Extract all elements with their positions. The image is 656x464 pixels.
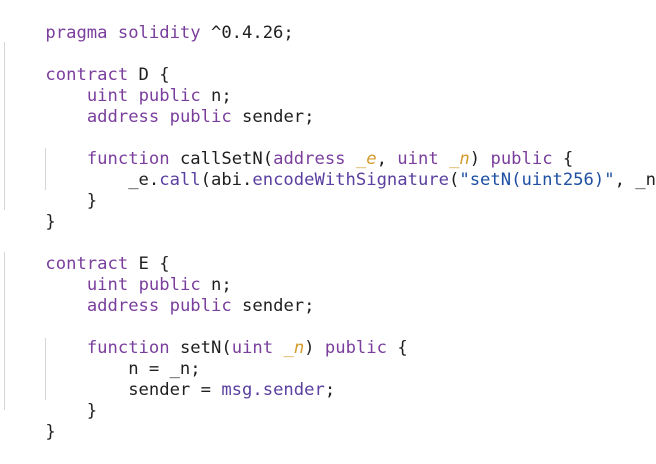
code-line-10: } xyxy=(4,191,55,232)
type-keyword: address xyxy=(86,296,160,316)
paren-open: ( xyxy=(449,170,460,190)
code-line-5: address public sender; xyxy=(4,86,315,127)
call-args-end: , _n)); xyxy=(614,170,656,190)
code-line-13: uint public n; xyxy=(4,254,232,295)
visibility-keyword: public xyxy=(169,107,232,127)
parameter-name: _n xyxy=(283,338,305,358)
msg-sender: msg.sender xyxy=(221,380,325,400)
brace-open: { xyxy=(386,338,408,358)
visibility-keyword: public xyxy=(169,296,232,316)
pragma-keyword: pragma solidity xyxy=(45,23,201,43)
variable-name: sender; xyxy=(231,107,315,127)
type-keyword: address xyxy=(86,107,160,127)
code-line-9: } xyxy=(4,170,97,211)
code-line-7: function callSetN(address _e, uint _n) p… xyxy=(4,128,573,169)
version-text: ^0.4.26; xyxy=(200,23,294,43)
code-line-4: uint public n; xyxy=(4,65,232,106)
visibility-keyword: public xyxy=(324,338,387,358)
code-line-14: address public sender; xyxy=(4,275,315,316)
code-line-19: } xyxy=(4,380,97,421)
abi-prefix: (abi. xyxy=(200,170,253,190)
brace-close: } xyxy=(45,422,56,442)
code-editor[interactable]: pragma solidity ^0.4.26; contract D { ui… xyxy=(0,0,656,442)
code-line-20: } xyxy=(4,401,55,442)
type-keyword: uint xyxy=(231,338,274,358)
code-line-12: contract E { xyxy=(4,233,169,274)
encode-method: encodeWithSignature xyxy=(252,170,449,190)
code-line-18: sender = msg.sender; xyxy=(4,359,335,400)
brace-close: } xyxy=(45,212,56,232)
paren-close: ) xyxy=(304,338,325,358)
code-line-3: contract D { xyxy=(4,44,169,85)
code-line-1: pragma solidity ^0.4.26; xyxy=(4,2,293,43)
call-method: call xyxy=(159,170,201,190)
semicolon: ; xyxy=(324,380,336,400)
code-line-8: _e.call(abi.encodeWithSignature("setN(ui… xyxy=(4,149,656,190)
code-line-17: n = _n; xyxy=(4,338,200,379)
signature-string: "setN(uint256)" xyxy=(459,170,615,190)
code-line-16: function setN(uint _n) public { xyxy=(4,317,408,358)
variable-name: sender; xyxy=(231,296,315,316)
